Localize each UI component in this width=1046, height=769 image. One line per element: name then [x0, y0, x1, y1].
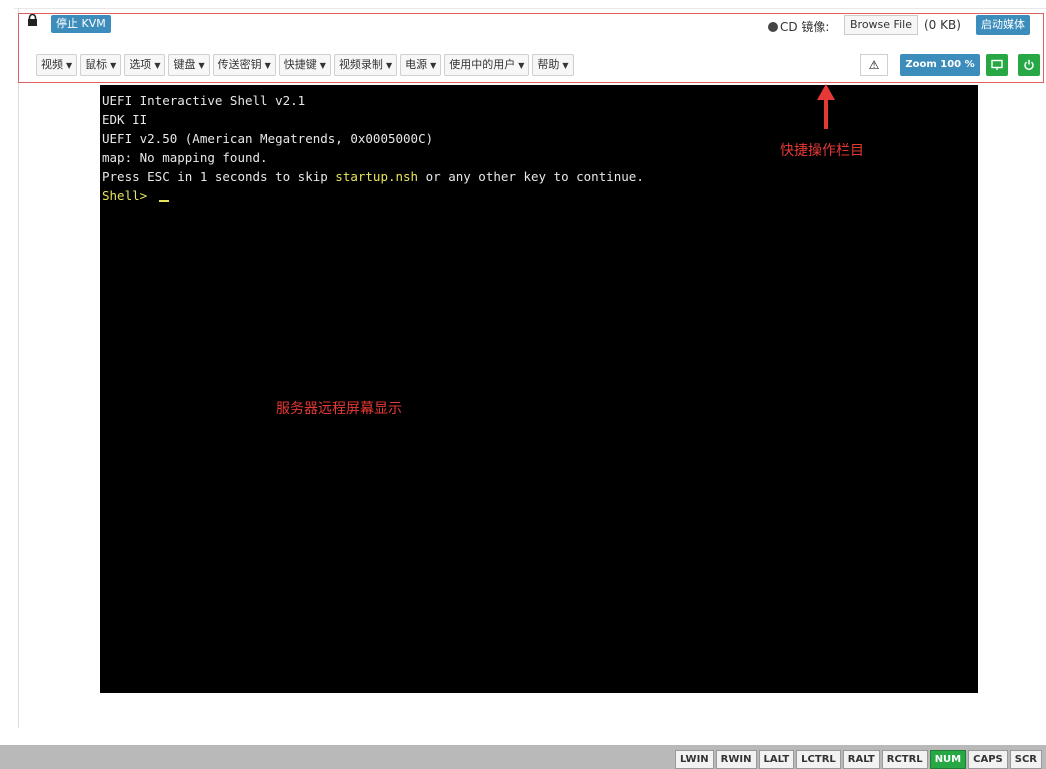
monitor-icon — [991, 59, 1003, 70]
console-line: Press ESC in 1 seconds to skip startup.n… — [102, 169, 644, 184]
menu-button[interactable]: 视频录制 ▼ — [333, 54, 398, 76]
console-line: UEFI Interactive Shell v2.1 — [102, 93, 306, 108]
caret-down-icon: ▼ — [518, 61, 525, 70]
menu-label: 键盘 — [173, 58, 196, 71]
menu-label: 选项 — [129, 58, 152, 71]
key-indicator[interactable]: RCTRL — [881, 750, 928, 769]
key-indicator[interactable]: RALT — [842, 750, 880, 769]
menu-label: 帮助 — [537, 58, 560, 71]
zoom-button[interactable]: Zoom 100 % — [900, 54, 980, 76]
key-indicator[interactable]: CAPS — [968, 750, 1008, 769]
menu-label: 使用中的用户 — [449, 58, 516, 71]
browse-file-button[interactable]: Browse File — [844, 15, 918, 35]
toolbar-annotation: 快捷操作栏目 — [780, 143, 864, 159]
caret-down-icon: ▼ — [264, 61, 271, 70]
key-indicator[interactable]: NUM — [929, 750, 967, 769]
menu-button[interactable]: 鼠标 ▼ — [80, 54, 122, 76]
key-indicator[interactable]: LALT — [758, 750, 795, 769]
stop-kvm-button[interactable]: 停止 KVM — [51, 15, 111, 33]
menu-label: 视频录制 — [338, 58, 383, 71]
menu-button[interactable]: 快捷键 ▼ — [278, 54, 331, 76]
key-indicator[interactable]: SCR — [1009, 750, 1042, 769]
caret-down-icon: ▼ — [66, 61, 73, 70]
lock-keys: LWIN RWIN LALT LCTRL RALT RCTRL NUM CAPS SCR — [674, 750, 1042, 769]
menu-button[interactable]: 电源 ▼ — [400, 54, 442, 76]
caret-down-icon: ▼ — [110, 61, 117, 70]
text-cursor — [158, 200, 169, 202]
caret-down-icon: ▼ — [198, 61, 205, 70]
caret-down-icon: ▼ — [319, 61, 326, 70]
console-line: UEFI v2.50 (American Megatrends, 0x00050… — [102, 131, 434, 146]
menu-button[interactable]: 传送密钥 ▼ — [212, 54, 276, 76]
menu-button[interactable]: 视频 ▼ — [36, 54, 78, 76]
warning-button[interactable]: ⚠ — [860, 54, 888, 76]
menu-bar: 视频 ▼ 鼠标 ▼ 选项 ▼ 键盘 ▼ 传送密钥 ▼ 快捷键 ▼ 视频录制 ▼ 电源 ▼ 使用中的用户 ▼ 帮助 ▼ — [36, 54, 574, 76]
menu-button[interactable]: 使用中的用户 ▼ — [444, 54, 530, 76]
menu-label: 视频 — [41, 58, 63, 71]
key-indicator[interactable]: LWIN — [674, 750, 714, 769]
cd-image-label: CD 镜像: — [768, 18, 829, 35]
power-button[interactable] — [1018, 54, 1040, 76]
menu-label: 快捷键 — [283, 58, 317, 71]
caret-down-icon: ▼ — [562, 61, 569, 70]
menu-label: 传送密钥 — [217, 58, 262, 71]
screen-annotation: 服务器远程屏幕显示 — [276, 401, 402, 417]
caret-down-icon: ▼ — [430, 61, 437, 70]
menu-button[interactable]: 选项 ▼ — [124, 54, 166, 76]
menu-button[interactable]: 键盘 ▼ — [168, 54, 210, 76]
caret-down-icon: ▼ — [154, 61, 161, 70]
display-button[interactable] — [986, 54, 1008, 76]
power-icon — [1024, 59, 1034, 71]
key-indicator[interactable]: RWIN — [715, 750, 757, 769]
caret-down-icon: ▼ — [385, 61, 393, 70]
menu-button[interactable]: 帮助 ▼ — [532, 54, 574, 76]
arrow-shaft — [824, 96, 828, 129]
menu-label: 鼠标 — [85, 58, 108, 71]
console-line: EDK II — [102, 112, 148, 127]
disc-icon — [768, 22, 778, 32]
shell-prompt: Shell> — [102, 188, 169, 203]
console-line: map: No mapping found. — [102, 150, 268, 165]
warning-icon: ⚠ — [868, 58, 880, 72]
key-indicator[interactable]: LCTRL — [796, 750, 841, 769]
lock-icon — [28, 14, 37, 26]
file-size-label: (0 KB) — [924, 18, 961, 32]
menu-label: 电源 — [405, 58, 428, 71]
remote-screen[interactable]: UEFI Interactive Shell v2.1 EDK II UEFI … — [100, 85, 978, 693]
start-media-button[interactable]: 启动媒体 — [976, 15, 1030, 35]
